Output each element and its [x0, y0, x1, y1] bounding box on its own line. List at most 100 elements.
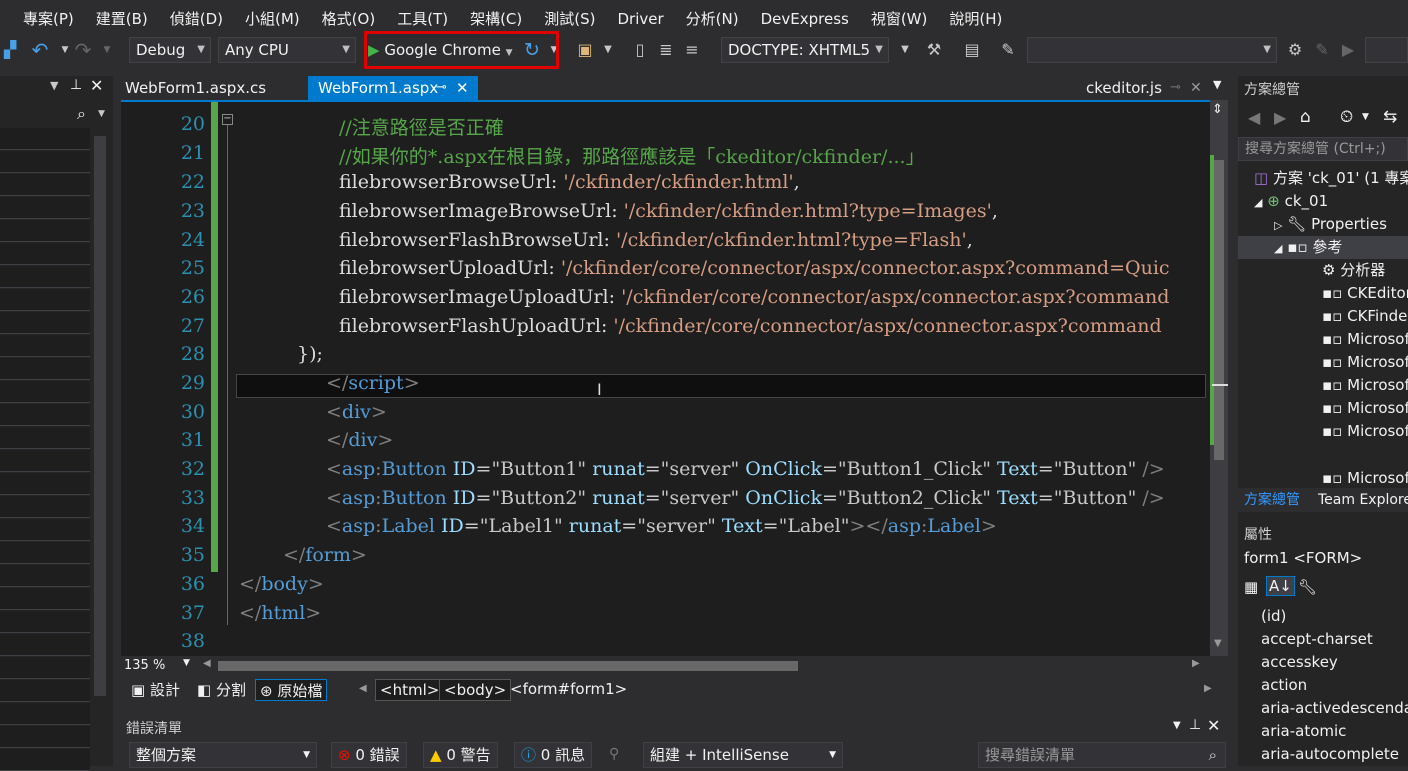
menu-debug[interactable]: 偵錯(D)	[159, 0, 234, 38]
tab-webform-cs[interactable]: WebForm1.aspx.cs	[115, 76, 276, 100]
collapse-icon[interactable]: −	[222, 114, 233, 125]
list-item[interactable]	[0, 174, 90, 196]
list-item[interactable]	[0, 473, 90, 495]
list-item[interactable]	[0, 450, 90, 472]
breadcrumb-right-icon[interactable]: ▶	[1204, 683, 1212, 694]
tab-team-explorer[interactable]: Team Explore	[1318, 488, 1408, 512]
menu-devexpress[interactable]: DevExpress	[750, 0, 860, 38]
menu-driver[interactable]: Driver	[606, 0, 674, 38]
outdent-icon[interactable]: ≡	[682, 40, 702, 60]
tree-item-reference[interactable]: ▪▫ Microsof	[1238, 420, 1408, 443]
menu-team[interactable]: 小組(M)	[234, 0, 311, 38]
pencil-icon[interactable]: ✎	[1312, 40, 1332, 60]
tree-item-reference[interactable]: ▪▫ Microsof	[1238, 374, 1408, 397]
undo-dropdown-icon[interactable]: ▼	[55, 40, 75, 60]
platform-select[interactable]: Any CPU ▼	[218, 37, 356, 63]
panel-dropdown-icon[interactable]: ▼	[1173, 720, 1181, 731]
property-row[interactable]: action	[1256, 674, 1408, 697]
tab-webform-aspx[interactable]: WebForm1.aspx ⊸ ✕	[308, 76, 478, 100]
property-row[interactable]: aria-activedescendan	[1256, 697, 1408, 720]
tab-list-dropdown-icon[interactable]: ▼	[1213, 78, 1221, 91]
tree-item-project[interactable]: ◢ ⊕ ck_01	[1238, 190, 1408, 213]
alphabetical-icon[interactable]: A↓	[1266, 576, 1295, 596]
list-item[interactable]	[0, 289, 90, 311]
messages-filter-button[interactable]: ⓘ 0 訊息	[514, 742, 593, 768]
folder-dropdown-icon[interactable]: ▼	[598, 40, 618, 60]
pin-icon[interactable]: ⊸	[436, 76, 447, 100]
list-item[interactable]	[0, 128, 90, 150]
breadcrumb-body[interactable]: <body>	[439, 679, 512, 701]
close-icon[interactable]: ✕	[456, 76, 469, 100]
list-item[interactable]	[0, 312, 90, 334]
format-icon[interactable]: ⚒	[924, 40, 944, 60]
history-dropdown-icon[interactable]: ▼	[1362, 112, 1369, 122]
list-item[interactable]	[0, 611, 90, 633]
comment-icon[interactable]: ▤	[962, 40, 982, 60]
tree-item-references[interactable]: ◢ ▪▫ 參考	[1238, 236, 1408, 259]
warnings-filter-button[interactable]: ▲ 0 警告	[423, 742, 498, 768]
tree-item-reference[interactable]: ⚙ 分析器	[1238, 259, 1408, 282]
history-icon[interactable]: ⏲	[1340, 107, 1353, 127]
tree-item-reference[interactable]: ▪▫ CKFinder	[1238, 305, 1408, 328]
new-file-icon[interactable]: ▯	[630, 40, 650, 60]
pin-icon[interactable]: ⊥	[1189, 717, 1201, 733]
filter-icon[interactable]: ⚲	[609, 746, 619, 762]
close-icon[interactable]: ✕	[1190, 76, 1202, 100]
zoom-dropdown-icon[interactable]: ▼	[183, 658, 190, 668]
list-item[interactable]	[0, 726, 90, 748]
sync-icon[interactable]: ⇆	[1383, 107, 1397, 127]
list-item[interactable]	[0, 220, 90, 242]
tab-solution-explorer[interactable]: 方案總管	[1244, 488, 1300, 512]
list-item[interactable]	[0, 749, 90, 771]
zoom-level[interactable]: 135 %	[124, 657, 165, 675]
tree-item-reference[interactable]: ▪▫ Microsof	[1238, 467, 1408, 488]
scope-select[interactable]: 整個方案 ▼	[129, 742, 317, 768]
attach-icon[interactable]: ⚙	[1285, 40, 1305, 60]
redo-icon[interactable]: ↷	[73, 40, 93, 60]
breadcrumb-html[interactable]: <html>	[375, 679, 445, 701]
source-view-button[interactable]: ⊛ 原始檔	[255, 679, 328, 701]
list-item[interactable]	[0, 358, 90, 380]
list-item[interactable]	[0, 266, 90, 288]
tree-item-solution[interactable]: ◫ 方案 'ck_01' (1 專案	[1238, 167, 1408, 190]
scroll-down-icon[interactable]: ▼	[1214, 638, 1222, 649]
list-item[interactable]	[0, 657, 90, 679]
build-filter-select[interactable]: 組建 + IntelliSense ▼	[643, 742, 843, 768]
property-row[interactable]: aria-autocomplete	[1256, 743, 1408, 766]
breadcrumb-left-icon[interactable]: ◀	[359, 683, 367, 694]
forward-icon[interactable]: ▶	[1274, 108, 1286, 127]
home-icon[interactable]: ⌂	[1300, 107, 1311, 127]
errors-filter-button[interactable]: ⊗ 0 錯誤	[331, 742, 407, 768]
scroll-left-icon[interactable]: ◀	[203, 658, 211, 669]
search-dropdown-icon[interactable]: ▼	[98, 109, 105, 119]
close-icon[interactable]: ✕	[1207, 716, 1220, 735]
wrench-icon[interactable]: 🔧︎	[1298, 578, 1317, 596]
list-item[interactable]	[0, 542, 90, 564]
scroll-right-icon[interactable]: ▶	[1192, 658, 1200, 669]
list-item[interactable]	[0, 565, 90, 587]
browse-icon[interactable]: ✎	[998, 40, 1018, 60]
list-item[interactable]	[0, 703, 90, 725]
tab-ckeditor-js[interactable]: ckeditor.js	[1076, 76, 1172, 100]
menu-analyze[interactable]: 分析(N)	[675, 0, 750, 38]
toolbar-overflow-icon[interactable]: ▼	[895, 40, 915, 60]
close-icon[interactable]: ✕	[90, 76, 103, 95]
step-icon[interactable]: ▶	[1338, 40, 1358, 60]
scrollbar-thumb[interactable]	[1214, 160, 1224, 460]
config-select[interactable]: Debug ▼	[129, 37, 211, 63]
list-item[interactable]	[0, 404, 90, 426]
pin-icon[interactable]: ⊸	[1170, 76, 1181, 100]
list-item[interactable]	[0, 634, 90, 656]
left-scrollbar[interactable]	[94, 136, 106, 696]
tree-item-reference[interactable]: ▪▫ Microsof	[1238, 328, 1408, 351]
property-row[interactable]: aria-atomic	[1256, 720, 1408, 743]
solution-search-input[interactable]: 搜尋方案總管 (Ctrl+;)	[1238, 137, 1408, 161]
property-row[interactable]: (id)	[1256, 605, 1408, 628]
list-item[interactable]	[0, 381, 90, 403]
split-view-button[interactable]: ◧ 分割	[193, 679, 250, 701]
list-item[interactable]	[0, 588, 90, 610]
tree-item-reference[interactable]: ▪▫ CKEditor	[1238, 282, 1408, 305]
pin-icon[interactable]: ⊥	[70, 77, 82, 93]
tree-item-reference[interactable]: ▪▫ Microsof	[1238, 351, 1408, 374]
indent-icon[interactable]: ≣	[656, 40, 676, 60]
